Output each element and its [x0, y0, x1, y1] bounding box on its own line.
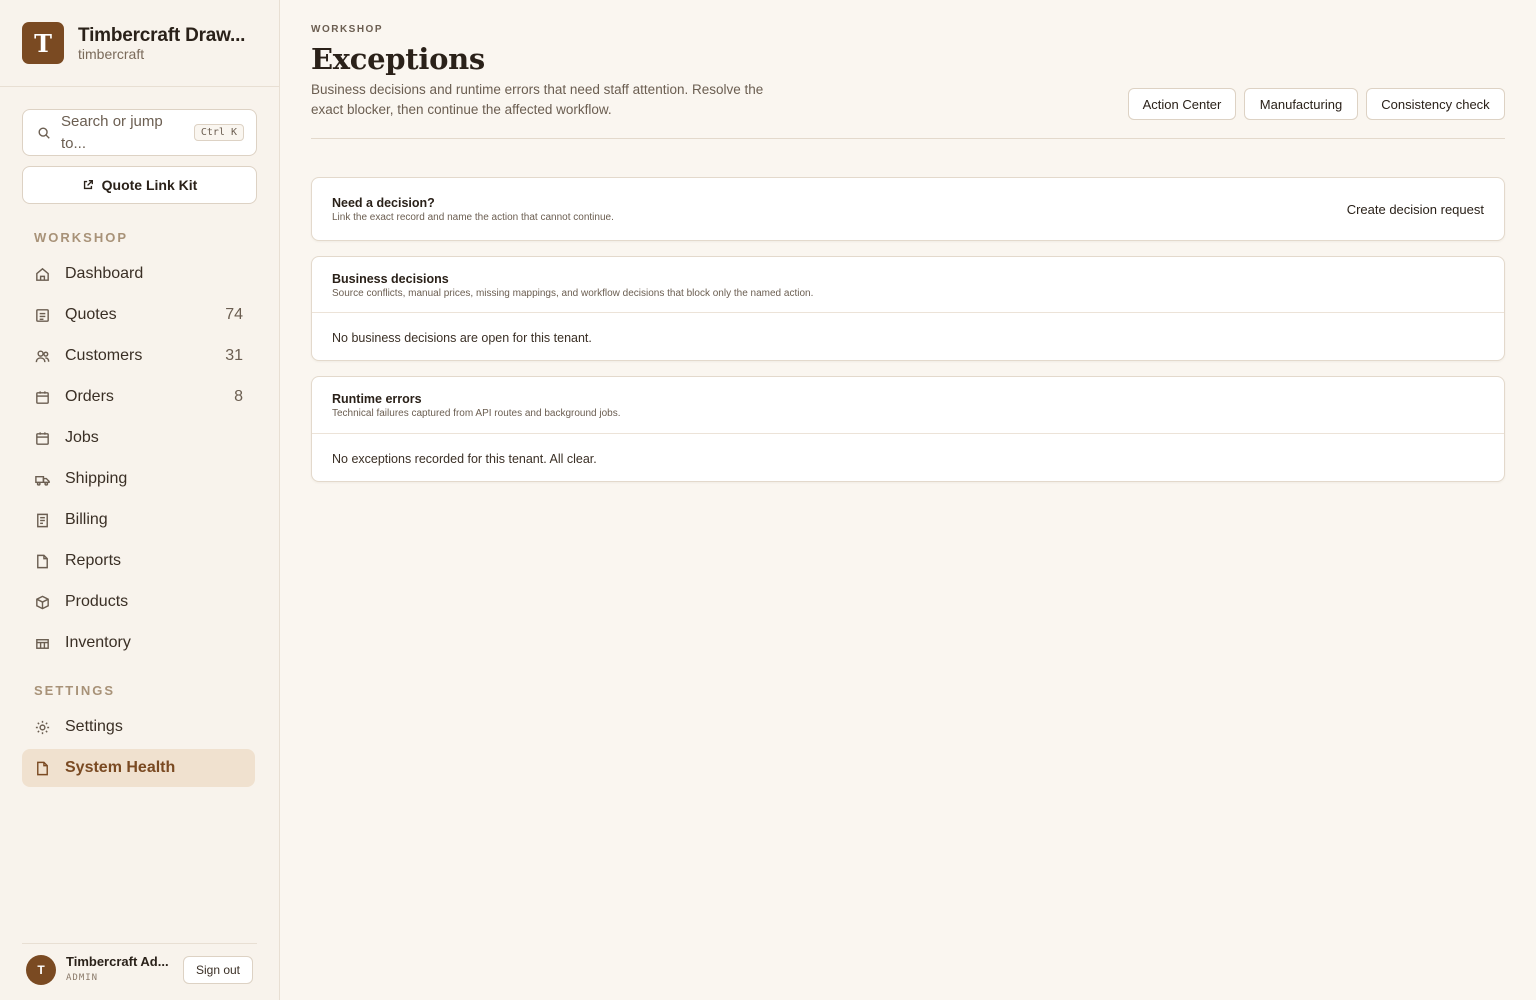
- sidebar-item-orders[interactable]: Orders 8: [22, 378, 255, 416]
- sidebar-item-system-health[interactable]: System Health: [22, 749, 255, 787]
- sidebar-item-dashboard[interactable]: Dashboard: [22, 255, 255, 293]
- workshop-section-label: WORKSHOP: [34, 230, 128, 245]
- sidebar-item-jobs[interactable]: Jobs: [22, 419, 255, 457]
- page-description: Business decisions and runtime errors th…: [311, 82, 764, 117]
- avatar: T: [26, 955, 56, 985]
- runtime-errors-title: Runtime errors: [332, 392, 422, 406]
- business-decisions-subtitle: Source conflicts, manual prices, missing…: [332, 288, 814, 299]
- decision-card-title: Need a decision?: [332, 196, 435, 210]
- quote-link-kit-label: Quote Link Kit: [101, 177, 198, 193]
- brand-title: Timbercraft Draw...: [78, 24, 246, 46]
- external-link-icon: [83, 180, 93, 190]
- create-decision-request-button[interactable]: Create decision request: [1347, 202, 1484, 217]
- brand-subtitle: timbercraft: [78, 45, 145, 62]
- document-icon: [36, 308, 49, 322]
- calendar-icon: [36, 431, 49, 445]
- file-icon: [37, 554, 48, 568]
- home-icon: [36, 267, 49, 281]
- sidebar-item-quotes[interactable]: Quotes 74: [22, 296, 255, 334]
- sign-out-button[interactable]: Sign out: [183, 956, 253, 984]
- consistency-check-button[interactable]: Consistency check: [1366, 88, 1505, 120]
- box-icon: [36, 595, 49, 609]
- sidebar-divider: [0, 86, 279, 87]
- brand-logo: T: [22, 22, 64, 64]
- page-title: Exceptions: [311, 42, 485, 76]
- card-divider: [312, 433, 1504, 434]
- action-center-button[interactable]: Action Center: [1128, 88, 1236, 120]
- sidebar-item-customers[interactable]: Customers 31: [22, 337, 255, 375]
- quotes-count: 74: [225, 306, 243, 323]
- user-role: ADMIN: [66, 973, 99, 983]
- quote-link-kit-button[interactable]: Quote Link Kit: [22, 166, 257, 204]
- orders-count: 8: [234, 388, 243, 405]
- sidebar: T Timbercraft Draw... timbercraft Search…: [0, 0, 280, 1000]
- settings-section-label: SETTINGS: [34, 683, 116, 698]
- users-icon: [35, 350, 50, 362]
- sidebar-item-shipping[interactable]: Shipping: [22, 460, 255, 498]
- sidebar-item-billing[interactable]: Billing: [22, 501, 255, 539]
- decision-card: Need a decision? Link the exact record a…: [311, 177, 1505, 241]
- search-icon: [38, 126, 50, 139]
- business-decisions-empty-state: No business decisions are open for this …: [332, 331, 592, 345]
- footer-divider: [22, 943, 257, 944]
- sidebar-item-reports[interactable]: Reports: [22, 542, 255, 580]
- truck-icon: [35, 475, 50, 486]
- decision-card-subtitle: Link the exact record and name the actio…: [332, 212, 614, 223]
- customers-count: 31: [225, 347, 243, 364]
- sidebar-item-products[interactable]: Products: [22, 583, 255, 621]
- business-decisions-title: Business decisions: [332, 272, 449, 286]
- search-input[interactable]: Search or jump to... Ctrl K: [22, 109, 257, 156]
- brand[interactable]: T Timbercraft Draw... timbercraft: [22, 22, 262, 64]
- warehouse-icon: [36, 638, 49, 649]
- sidebar-item-inventory[interactable]: Inventory: [22, 624, 255, 662]
- business-decisions-card: Business decisions Source conflicts, man…: [311, 256, 1505, 361]
- gear-icon: [35, 720, 50, 734]
- card-divider: [312, 312, 1504, 313]
- calendar-icon: [36, 390, 49, 404]
- user-name: Timbercraft Ad...: [66, 954, 169, 969]
- file-icon: [37, 761, 48, 775]
- sidebar-item-settings[interactable]: Settings: [22, 708, 255, 746]
- header-divider: [311, 138, 1505, 139]
- runtime-errors-card: Runtime errors Technical failures captur…: [311, 376, 1505, 482]
- receipt-icon: [37, 513, 48, 527]
- runtime-errors-subtitle: Technical failures captured from API rou…: [332, 408, 621, 419]
- manufacturing-button[interactable]: Manufacturing: [1244, 88, 1358, 120]
- search-shortcut: Ctrl K: [193, 124, 244, 141]
- search-placeholder: Search or jump to...: [61, 112, 163, 152]
- breadcrumb: WORKSHOP: [311, 24, 383, 35]
- runtime-errors-empty-state: No exceptions recorded for this tenant. …: [332, 452, 597, 466]
